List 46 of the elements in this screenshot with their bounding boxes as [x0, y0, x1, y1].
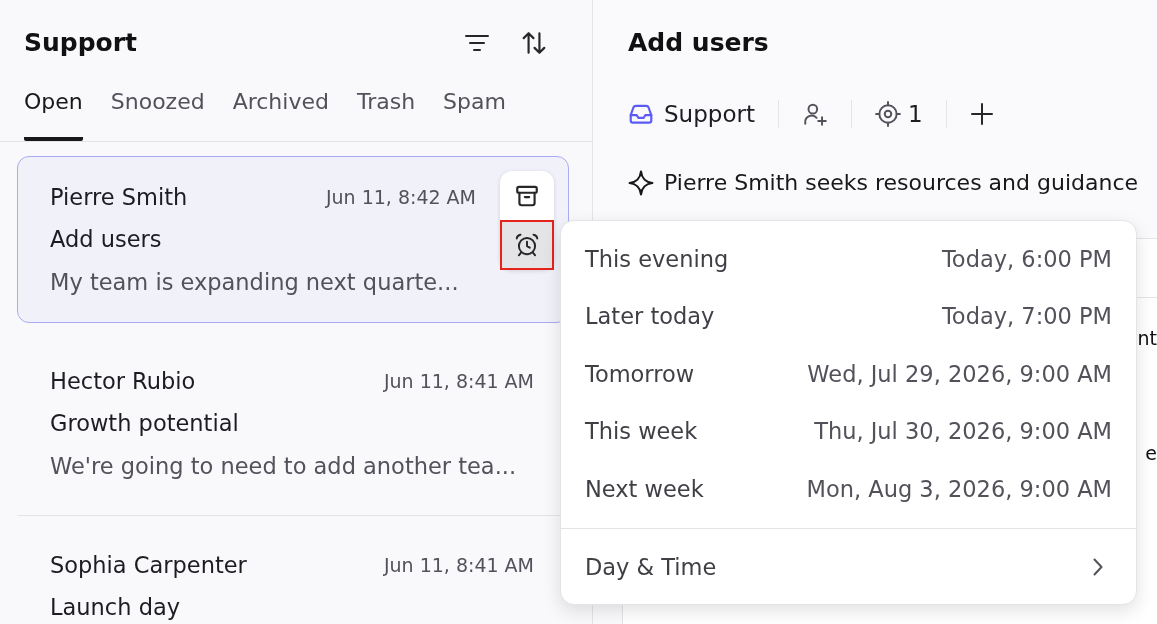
option-time: Today, 6:00 PM: [941, 245, 1112, 272]
text-fragment: e: [1145, 441, 1157, 466]
conversation-title: Add users: [628, 27, 770, 59]
option-time: Wed, Jul 29, 2026, 9:00 AM: [807, 360, 1112, 387]
option-label: Later today: [585, 303, 715, 330]
conversation-item[interactable]: Pierre Smith Jun 11, 8:42 AM Add users My team is expanding next quarte...: [17, 156, 569, 323]
archive-icon: [514, 183, 540, 209]
subject-text: Growth potential: [50, 409, 240, 438]
option-time: Mon, Aug 3, 2026, 9:00 AM: [806, 475, 1112, 502]
option-time: Thu, Jul 30, 2026, 9:00 AM: [814, 418, 1112, 445]
sort-icon[interactable]: [521, 30, 547, 56]
target-icon: [874, 101, 901, 127]
option-label: Tomorrow: [585, 360, 695, 387]
summary-text: Pierre Smith seeks resources and guidance: [664, 169, 1138, 197]
option-time: Today, 7:00 PM: [941, 303, 1112, 330]
target-button[interactable]: 1: [874, 101, 923, 127]
alarm-clock-icon: [514, 232, 540, 258]
preview-text: My team is expanding next quarte...: [50, 268, 460, 297]
text-fragment: nt: [1137, 326, 1157, 351]
filter-icon[interactable]: [465, 34, 489, 52]
menu-item[interactable]: Day & Time: [561, 538, 1136, 596]
subject-text: Launch day: [50, 593, 181, 622]
timestamp: Jun 11, 8:41 AM: [383, 553, 534, 576]
tab[interactable]: Trash: [356, 88, 416, 141]
sender-name: Pierre Smith: [50, 183, 188, 210]
subject-text: Add users: [50, 225, 163, 254]
plus-icon[interactable]: [969, 102, 994, 126]
option-label: Day & Time: [585, 554, 717, 581]
tab[interactable]: Spam: [443, 88, 506, 141]
add-user-icon[interactable]: [801, 101, 828, 127]
preview-text: We're going to need to add another tea...: [50, 452, 518, 481]
timestamp: Jun 11, 8:42 AM: [325, 185, 476, 208]
timestamp: Jun 11, 8:41 AM: [383, 369, 534, 392]
inbox-button[interactable]: Support: [628, 101, 755, 127]
option-label: This evening: [585, 245, 729, 272]
snooze-button[interactable]: [502, 222, 552, 268]
tab[interactable]: Archived: [232, 88, 329, 141]
option-label: Next week: [585, 475, 704, 502]
sender-name: Hector Rubio: [50, 367, 196, 394]
sender-name: Sophia Carpenter: [50, 551, 247, 578]
tab[interactable]: Snoozed: [110, 88, 205, 141]
option-label: This week: [585, 418, 698, 445]
sparkle-icon: [628, 170, 654, 196]
chevron-right-icon: [1093, 558, 1103, 577]
panel-title: Support: [24, 27, 138, 59]
tab[interactable]: Open: [24, 88, 83, 141]
